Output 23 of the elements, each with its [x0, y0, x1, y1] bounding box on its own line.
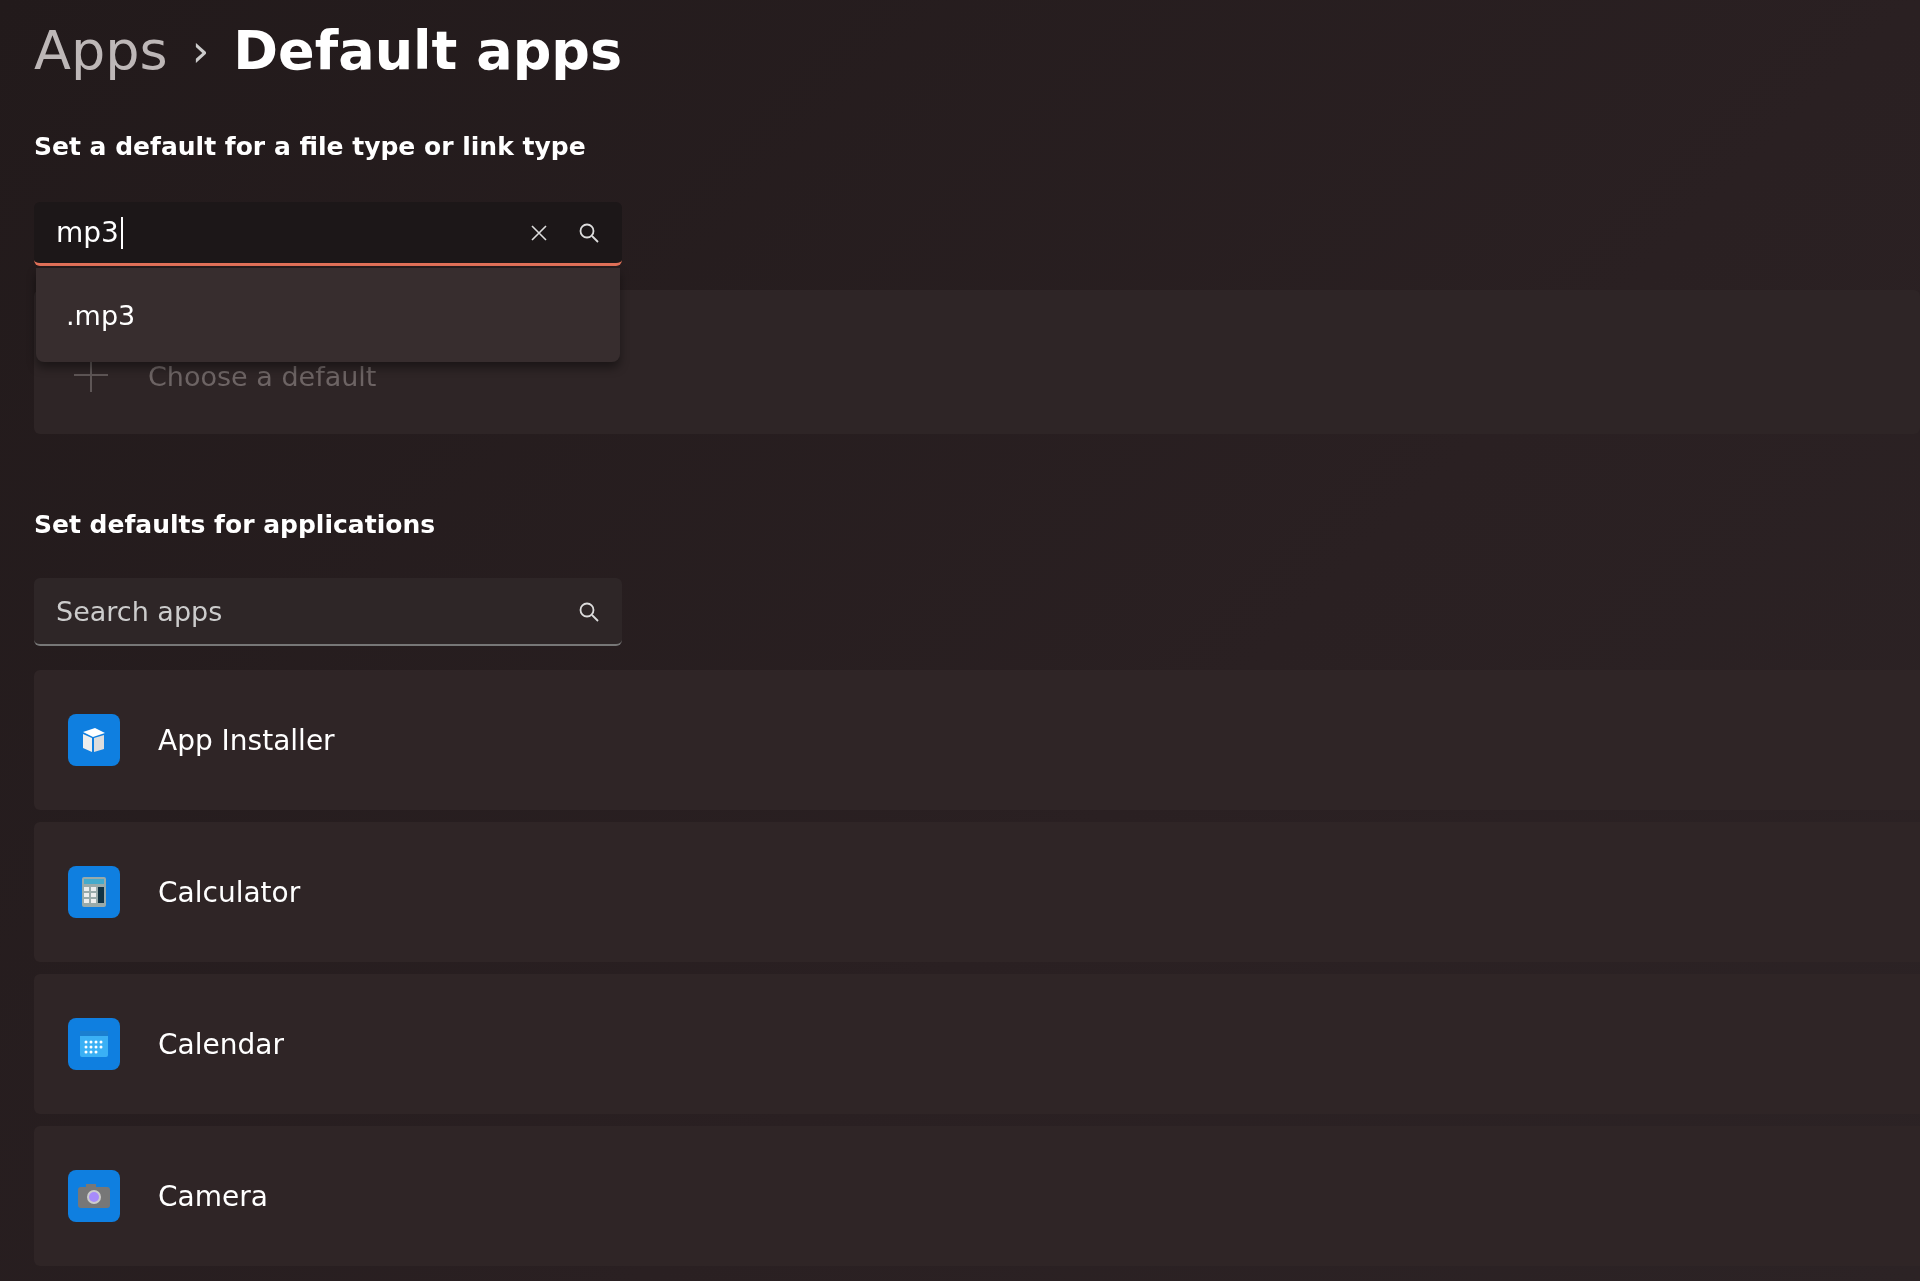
- breadcrumb-parent[interactable]: Apps: [34, 18, 168, 82]
- section-heading: Set a default for a file type or link type: [34, 132, 587, 163]
- app-name: Calendar: [158, 1027, 284, 1061]
- search-icon[interactable]: [578, 221, 600, 244]
- page-title: Default apps: [233, 18, 623, 82]
- breadcrumb-separator: ›: [191, 24, 210, 76]
- box-icon: [68, 714, 120, 766]
- calculator-icon: [68, 866, 120, 918]
- clear-icon[interactable]: [530, 223, 548, 242]
- app-row[interactable]: Calendar: [34, 974, 1920, 1114]
- app-search-field[interactable]: Search apps: [34, 578, 622, 646]
- section-heading: Set defaults for applications: [34, 510, 437, 541]
- search-icon[interactable]: [578, 601, 600, 623]
- app-row[interactable]: Calculator: [34, 822, 1920, 962]
- choose-default-label: Choose a default: [148, 361, 377, 392]
- app-row[interactable]: Camera: [34, 1126, 1920, 1266]
- calendar-icon: [68, 1018, 120, 1070]
- app-name: Camera: [158, 1179, 268, 1213]
- app-row[interactable]: App Installer: [34, 670, 1920, 810]
- app-name: App Installer: [158, 723, 335, 757]
- app-name: Calculator: [158, 875, 301, 909]
- file-type-search-field[interactable]: mp3: [34, 202, 622, 266]
- camera-icon: [68, 1170, 120, 1222]
